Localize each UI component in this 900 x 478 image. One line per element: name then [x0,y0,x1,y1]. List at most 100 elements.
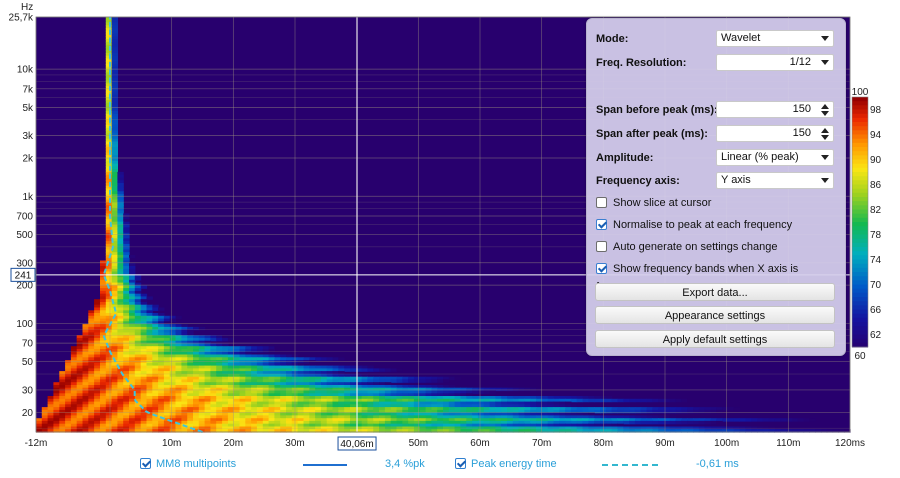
heatmap-cell [803,418,810,422]
colorbar-segment [852,155,868,160]
colorbar-segment [852,142,868,148]
heatmap-cell [402,379,409,383]
auto-generate-checkbox[interactable]: Auto generate on settings change [596,238,778,256]
checkbox-checked-icon[interactable] [596,219,607,230]
heatmap-cell [652,398,659,403]
span-after-label: Span after peak (ms): [596,128,708,140]
spinner-icon[interactable] [820,103,830,117]
show-bands-checkbox[interactable]: Show frequency bands when X axis is freq… [596,260,845,293]
colorbar-tick-label: 78 [870,230,882,241]
heatmap-cell [652,420,659,425]
normalise-checkbox[interactable]: Normalise to peak at each frequency [596,216,792,234]
mode-select[interactable]: Wavelet [716,30,834,47]
heatmap-cell [669,420,677,425]
checkbox-checked-icon[interactable] [596,263,607,274]
heatmap-cell [774,418,781,422]
heatmap-cell [809,418,816,422]
colorbar-segment [852,113,868,119]
amplitude-select[interactable]: Linear (% peak) [716,149,834,166]
colorbar-segment [852,276,868,281]
checkbox-icon[interactable] [596,197,607,208]
heatmap-cell [454,376,461,381]
colorbar-segment [852,101,868,106]
heatmap-cell [716,409,723,414]
heatmap-cell [780,418,787,422]
legend-series-2[interactable]: Peak energy time [455,456,557,472]
heatmap-cell [722,418,729,422]
heatmap-cell [751,418,758,422]
y-tick-label: 2k [22,153,34,164]
heatmap-cell [274,346,281,350]
heatmap-cell [408,379,415,383]
heatmap-cell [762,418,770,422]
colorbar-tick-label: 62 [870,330,882,341]
colorbar-segment [852,280,868,285]
freq-resolution-value: 1/12 [789,56,811,68]
checkbox-icon[interactable] [596,241,607,252]
heatmap-cell [716,420,723,425]
colorbar-tick-label: 74 [870,255,882,266]
colorbar-tick-label: 100 [852,87,869,98]
colorbar-segment [852,242,868,248]
colorbar-segment [852,197,868,202]
heatmap-cell [739,418,746,422]
x-tick-label: 30m [285,438,304,449]
freq-resolution-label: Freq. Resolution: [596,57,687,69]
cursor-y-readout: 241 [15,270,32,281]
heatmap-cell [158,307,165,311]
colorbar-tick-label: 82 [870,205,882,216]
heatmap-cell [722,407,729,411]
y-axis-unit-label: Hz [21,2,33,13]
y-tick-label: 20 [22,408,34,419]
legend-series-1[interactable]: MM8 multipoints [140,456,236,472]
heatmap-cell [698,420,706,425]
legend-series-2-name: Peak energy time [471,458,557,470]
colorbar-segment [852,326,868,331]
colorbar-segment [852,251,868,256]
colorbar-segment [852,259,868,265]
show-slice-checkbox[interactable]: Show slice at cursor [596,194,711,212]
export-data-button[interactable]: Export data... [595,283,835,301]
checkbox-checked-icon[interactable] [455,458,466,469]
heatmap-cell [210,337,217,342]
x-tick-label: 120ms [835,438,865,449]
checkbox-checked-icon[interactable] [140,458,151,469]
heatmap-cell [634,409,642,414]
heatmap-cell [431,379,438,383]
y-tick-label: 70 [22,339,34,350]
span-before-input[interactable]: 150 [716,101,834,118]
heatmap-cell [757,418,764,422]
amplitude-label: Amplitude: [596,152,654,164]
auto-generate-label: Auto generate on settings change [613,241,778,253]
heatmap-cell [658,409,665,414]
colorbar-segment [852,159,868,165]
spinner-icon[interactable] [820,127,830,141]
colorbar-tick-label: 66 [870,305,882,316]
heatmap-cell [629,409,636,414]
colorbar-tick-label: 90 [870,155,882,166]
colorbar-segment [852,172,868,177]
span-before-value: 150 [792,103,811,115]
heatmap-cell [477,390,485,394]
heatmap-cell [733,418,741,422]
freq-resolution-select[interactable]: 1/12 [716,54,834,71]
heatmap-cell [669,398,677,403]
heatmap-cell [733,407,741,411]
heatmap-cell [256,349,264,353]
colorbar-segment [852,151,868,156]
colorbar-segment [852,138,868,144]
heatmap-cell [687,409,694,414]
heatmap-cell [594,398,601,403]
heatmap-cell [175,315,182,320]
span-after-input[interactable]: 150 [716,125,834,142]
x-tick-label: 90m [655,438,674,449]
colorbar-tick-label: 86 [870,180,882,191]
freq-axis-select[interactable]: Y axis [716,172,834,189]
heatmap-cell [524,387,531,392]
apply-defaults-button[interactable]: Apply default settings [595,330,835,348]
heatmap-cell [681,409,688,414]
colorbar-segment [852,205,868,210]
heatmap-cell [768,418,775,422]
heatmap-cell [640,420,648,425]
appearance-settings-button[interactable]: Appearance settings [595,306,835,324]
